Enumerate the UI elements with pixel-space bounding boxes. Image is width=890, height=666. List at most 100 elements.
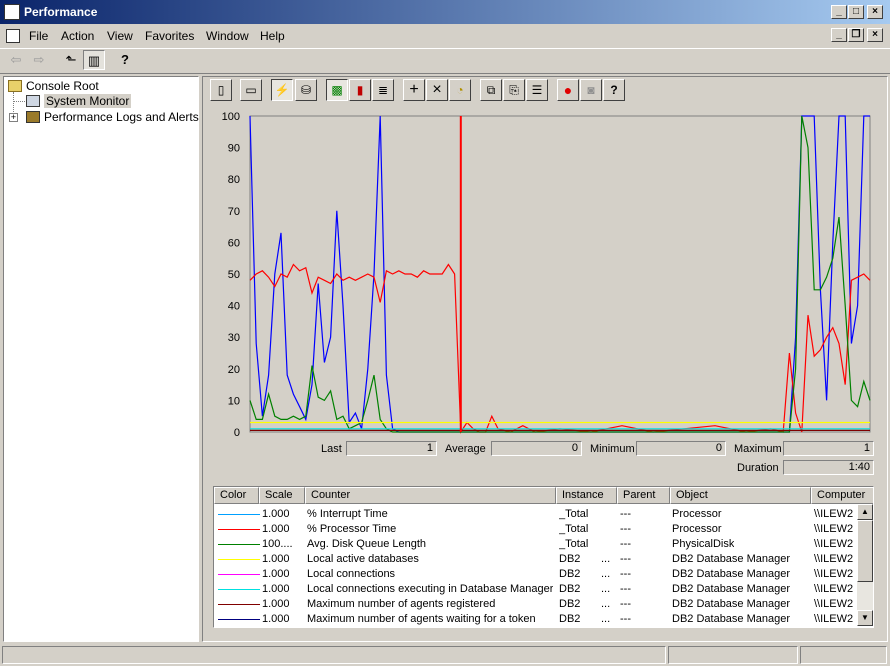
menu-bar: File Action View Favorites Window Help _… xyxy=(0,26,890,46)
mdi-close-button[interactable]: × xyxy=(867,28,883,42)
highlight-icon[interactable]: ◔ xyxy=(449,79,471,101)
counter-cell: Avg. Disk Queue Length xyxy=(307,538,427,550)
line-color-swatch xyxy=(218,619,260,620)
line-color-swatch xyxy=(218,529,260,530)
line-color-swatch xyxy=(218,589,260,590)
scroll-up-button[interactable]: ▲ xyxy=(857,504,873,520)
document-icon[interactable] xyxy=(6,29,20,43)
column-header-scale[interactable]: Scale xyxy=(259,487,305,504)
menu-favorites[interactable]: Favorites xyxy=(145,29,194,43)
scale-cell: 1.000 xyxy=(262,568,290,580)
window-title: Performance xyxy=(24,5,98,19)
properties-icon[interactable]: ☰ xyxy=(526,79,548,101)
close-button[interactable]: × xyxy=(867,5,883,19)
up-folder-icon[interactable]: ⬑ xyxy=(60,50,82,70)
expand-toggle[interactable]: + xyxy=(9,113,18,122)
add-counter-icon[interactable]: + xyxy=(403,79,425,101)
maximize-button[interactable]: □ xyxy=(848,5,864,19)
tree-item-console-root[interactable]: Console Root xyxy=(8,79,99,93)
counter-list-scrollbar[interactable]: ▲ ▼ xyxy=(857,504,873,626)
counter-cell: % Interrupt Time xyxy=(307,508,388,520)
instance-cell: _Total xyxy=(559,538,589,550)
forward-arrow-icon[interactable]: ⇨ xyxy=(28,50,50,70)
title-bar: Performance _ □ × xyxy=(0,0,890,24)
system-monitor-toolbar: ▯ ▭ ⚡ ⛁ ▩ ▮ ≣ + × ◔ ⧉ ⎘ ☰ ● ◙ ? xyxy=(210,78,850,102)
column-header-object[interactable]: Object xyxy=(670,487,811,504)
object-cell: DB2 Database Manager xyxy=(672,613,791,625)
table-row[interactable]: 1.000 Local connections DB2 --- DB2 Database… xyxy=(214,567,858,582)
view-report-icon[interactable]: ≣ xyxy=(372,79,394,101)
y-tick-label: 40 xyxy=(228,301,240,313)
back-arrow-icon[interactable]: ⇦ xyxy=(5,50,27,70)
table-row[interactable]: 1.000 Maximum number of agents registered… xyxy=(214,597,858,612)
minimum-label: Minimum xyxy=(590,443,635,455)
table-row[interactable]: 1.000 % Processor Time _Total --- Processor \… xyxy=(214,522,858,537)
view-current-activity-icon[interactable]: ⚡ xyxy=(271,79,293,101)
view-graph-icon[interactable]: ▩ xyxy=(326,79,348,101)
scroll-down-button[interactable]: ▼ xyxy=(857,610,873,626)
instance-ellipsis: ... xyxy=(601,568,611,580)
parent-cell: --- xyxy=(620,568,631,580)
minimize-button[interactable]: _ xyxy=(831,5,847,19)
table-row[interactable]: 1.000 Local connections executing in Data… xyxy=(214,582,858,597)
menu-window[interactable]: Window xyxy=(206,29,249,43)
tree-item-performance-logs[interactable]: Performance Logs and Alerts xyxy=(26,110,199,124)
computer-cell: \\ILEW2 xyxy=(814,583,854,595)
console-tree: Console Root System Monitor + Performanc… xyxy=(3,76,199,642)
instance-ellipsis: ... xyxy=(601,553,611,565)
line-color-swatch xyxy=(218,604,260,605)
average-value: 0 xyxy=(491,441,582,456)
computer-cell: \\ILEW2 xyxy=(814,523,854,535)
computer-cell: \\ILEW2 xyxy=(814,598,854,610)
instance-cell: _Total xyxy=(559,523,589,535)
column-header-parent[interactable]: Parent xyxy=(617,487,670,504)
column-header-instance[interactable]: Instance xyxy=(556,487,617,504)
y-tick-label: 20 xyxy=(228,364,240,376)
column-header-computer[interactable]: Computer xyxy=(811,487,873,504)
update-data-icon[interactable]: ◙ xyxy=(580,79,602,101)
y-tick-label: 0 xyxy=(234,427,240,439)
menu-view[interactable]: View xyxy=(107,29,133,43)
column-header-counter[interactable]: Counter xyxy=(305,487,556,504)
freeze-display-icon[interactable]: ● xyxy=(557,79,579,101)
object-cell: DB2 Database Manager xyxy=(672,568,791,580)
object-cell: Processor xyxy=(672,523,722,535)
copy-properties-icon[interactable]: ⧉ xyxy=(480,79,502,101)
plot-area xyxy=(249,115,871,433)
table-row[interactable]: 1.000 Maximum number of agents waiting fo… xyxy=(214,612,858,627)
view-log-data-icon[interactable]: ⛁ xyxy=(295,79,317,101)
last-label: Last xyxy=(321,443,342,455)
help-icon[interactable]: ? xyxy=(114,50,136,70)
parent-cell: --- xyxy=(620,538,631,550)
instance-ellipsis: ... xyxy=(601,598,611,610)
paste-counter-list-icon[interactable]: ⎘ xyxy=(503,79,525,101)
delete-counter-icon[interactable]: × xyxy=(426,79,448,101)
performance-logs-icon xyxy=(26,111,40,123)
show-hide-tree-icon[interactable]: ▥ xyxy=(83,50,105,70)
new-counter-set-icon[interactable]: ▯ xyxy=(210,79,232,101)
counter-cell: Local active databases xyxy=(307,553,419,565)
computer-cell: \\ILEW2 xyxy=(814,568,854,580)
tree-item-system-monitor[interactable]: System Monitor xyxy=(26,94,132,108)
mdi-restore-button[interactable]: ❐ xyxy=(848,28,864,42)
object-cell: DB2 Database Manager xyxy=(672,583,791,595)
table-row[interactable]: 1.000 % Interrupt Time _Total --- Processor \… xyxy=(214,507,858,522)
counter-cell: Maximum number of agents waiting for a t… xyxy=(307,613,536,625)
mdi-minimize-button[interactable]: _ xyxy=(831,28,847,42)
view-histogram-icon[interactable]: ▮ xyxy=(349,79,371,101)
clear-display-icon[interactable]: ▭ xyxy=(240,79,262,101)
menu-file[interactable]: File xyxy=(29,29,48,43)
y-tick-label: 50 xyxy=(228,269,240,281)
tree-connector xyxy=(14,101,25,102)
table-row[interactable]: 100.... Avg. Disk Queue Length _Total --- Ph… xyxy=(214,537,858,552)
folder-icon xyxy=(8,80,22,92)
menu-action[interactable]: Action xyxy=(61,29,94,43)
column-header-color[interactable]: Color xyxy=(214,487,259,504)
menu-help[interactable]: Help xyxy=(260,29,285,43)
instance-cell: DB2 xyxy=(559,568,581,580)
table-row[interactable]: 1.000 Local active databases DB2 --- DB2 Dat… xyxy=(214,552,858,567)
scroll-thumb[interactable] xyxy=(857,520,873,582)
instance-cell: DB2 xyxy=(559,553,581,565)
help-icon[interactable]: ? xyxy=(603,79,625,101)
y-tick-label: 100 xyxy=(222,111,240,123)
